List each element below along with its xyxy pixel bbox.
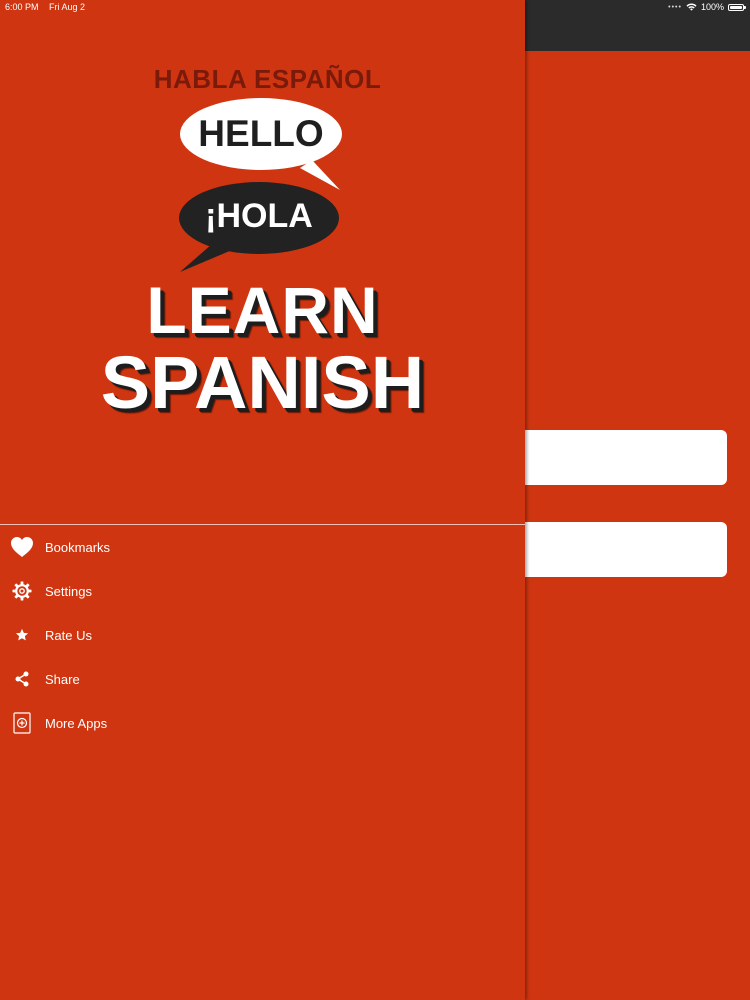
status-date: Fri Aug 2 [49,2,86,12]
heart-icon [10,535,34,559]
menu-item-more-apps[interactable]: More Apps [0,701,525,745]
battery-percent: 100% [700,2,724,12]
hola-bubble-text: ¡HOLA [205,197,313,235]
menu-label-bookmarks: Bookmarks [45,539,111,555]
logo-title-line-1: LEARN [146,273,379,347]
side-drawer: HABLA ESPAÑOL HELLO ¡HOLA LEARN SPANISH [0,0,525,1000]
more-apps-icon [10,711,34,735]
app-logo: HABLA ESPAÑOL HELLO ¡HOLA LEARN SPANISH [0,0,525,524]
menu-label-more-apps: More Apps [45,715,108,731]
logo-title-line-2: SPANISH [100,341,425,424]
menu-item-settings[interactable]: Settings [0,569,525,613]
menu-item-bookmarks[interactable]: Bookmarks [0,525,525,569]
status-right: •••• 100% [668,2,746,12]
menu-label-rate-us: Rate Us [45,627,92,643]
wifi-icon [686,3,697,11]
content-card[interactable] [525,522,727,577]
main-content [525,0,750,1000]
menu-item-share[interactable]: Share [0,657,525,701]
battery-fill [730,5,742,9]
menu-item-rate-us[interactable]: Rate Us [0,613,525,657]
status-left: 6:00 PM Fri Aug 2 [5,2,93,12]
status-bar: 6:00 PM Fri Aug 2 •••• 100% [0,0,750,14]
battery-icon [728,3,746,11]
cellular-signal-icon: •••• [668,3,682,11]
menu-label-settings: Settings [45,583,92,599]
star-icon [10,623,34,647]
status-time: 6:00 PM [5,2,39,12]
gear-icon [10,579,34,603]
share-icon [10,667,34,691]
content-card[interactable] [525,430,727,485]
menu-label-share: Share [45,671,80,687]
hello-bubble-text: HELLO [198,113,324,154]
